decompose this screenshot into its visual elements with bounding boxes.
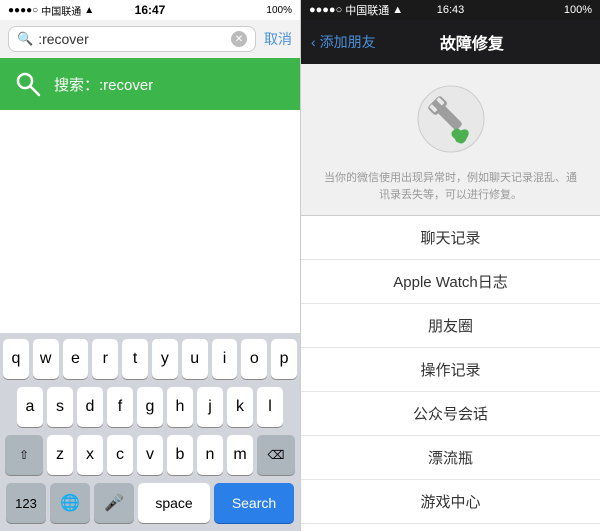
key-w[interactable]: w — [33, 339, 59, 379]
wrench-icon — [416, 84, 486, 154]
carrier-name: 中国联通 — [41, 3, 81, 18]
key-h[interactable]: h — [167, 387, 193, 427]
search-input[interactable]: :recover — [38, 31, 226, 47]
battery-right: 100% — [564, 4, 592, 16]
key-e[interactable]: e — [63, 339, 89, 379]
search-icon: 🔍 — [17, 31, 33, 47]
key-p[interactable]: p — [271, 339, 297, 379]
key-shift[interactable]: ⇧ — [5, 435, 43, 475]
key-v[interactable]: v — [137, 435, 163, 475]
key-globe[interactable]: 🌐 — [50, 483, 90, 523]
wifi-right-icon: ▲ — [392, 4, 403, 16]
nav-title: 故障修复 — [384, 30, 560, 54]
key-m[interactable]: m — [227, 435, 253, 475]
status-bar-right: ●●●●○ 中国联通 ▲ 16:43 100% — [301, 0, 600, 20]
key-123[interactable]: 123 — [6, 483, 46, 523]
search-button[interactable]: Search — [214, 483, 294, 523]
repair-item-label-5: 漂流瓶 — [428, 447, 473, 468]
repair-item-label-3: 操作记录 — [420, 359, 480, 380]
keyboard-bottom-row: 123 🌐 🎤 space Search — [3, 483, 297, 523]
key-u[interactable]: u — [182, 339, 208, 379]
left-content-area — [0, 110, 300, 333]
key-space[interactable]: space — [138, 483, 210, 523]
repair-item-label-0: 聊天记录 — [420, 227, 480, 248]
key-g[interactable]: g — [137, 387, 163, 427]
key-mic[interactable]: 🎤 — [94, 483, 134, 523]
right-status-icons-left: 100% — [266, 5, 292, 16]
time-left: 16:47 — [135, 3, 166, 17]
back-label[interactable]: 添加朋友 — [320, 32, 376, 52]
key-q[interactable]: q — [3, 339, 29, 379]
key-a[interactable]: a — [17, 387, 43, 427]
repair-item-label-1: Apple Watch日志 — [393, 271, 508, 292]
key-z[interactable]: z — [47, 435, 73, 475]
right-nav-bar: ‹ 添加朋友 故障修复 — [301, 20, 600, 64]
repair-item-4[interactable]: 公众号会话 — [301, 392, 600, 436]
keyboard-row-3: ⇧ z x c v b n m ⌫ — [3, 435, 297, 475]
key-b[interactable]: b — [167, 435, 193, 475]
right-panel: ●●●●○ 中国联通 ▲ 16:43 100% ‹ 添加朋友 故障修复 — [300, 0, 600, 531]
key-delete[interactable]: ⌫ — [257, 435, 295, 475]
right-carrier: ●●●●○ 中国联通 ▲ — [309, 2, 403, 18]
wifi-icon: ▲ — [84, 5, 94, 16]
repair-item-6[interactable]: 游戏中心 — [301, 480, 600, 524]
key-y[interactable]: y — [152, 339, 178, 379]
signal-right: ●●●●○ — [309, 4, 342, 16]
repair-list: 聊天记录 Apple Watch日志 朋友圈 操作记录 公众号会话 漂流瓶 游戏… — [301, 216, 600, 531]
repair-icon-area — [301, 64, 600, 164]
repair-item-label-2: 朋友圈 — [428, 315, 473, 336]
chevron-left-icon: ‹ — [311, 34, 316, 50]
key-x[interactable]: x — [77, 435, 103, 475]
key-k[interactable]: k — [227, 387, 253, 427]
back-button[interactable]: ‹ 添加朋友 — [311, 32, 376, 52]
key-n[interactable]: n — [197, 435, 223, 475]
signal-dots: ●●●●○ — [8, 5, 38, 16]
keyboard-row-2: a s d f g h j k l — [3, 387, 297, 427]
repair-item-label-6: 游戏中心 — [420, 491, 480, 512]
repair-item-2[interactable]: 朋友圈 — [301, 304, 600, 348]
repair-item-3[interactable]: 操作记录 — [301, 348, 600, 392]
status-bar-left: ●●●●○ 中国联通 ▲ 16:47 100% — [0, 0, 300, 20]
key-d[interactable]: d — [77, 387, 103, 427]
key-o[interactable]: o — [241, 339, 267, 379]
key-j[interactable]: j — [197, 387, 223, 427]
repair-item-1[interactable]: Apple Watch日志 — [301, 260, 600, 304]
battery-left: 100% — [266, 5, 292, 16]
key-c[interactable]: c — [107, 435, 133, 475]
keyboard-row-1: q w e r t y u i o p — [3, 339, 297, 379]
repair-description: 当你的微信使用出现异常时，例如聊天记录混乱、通讯录丢失等，可以进行修复。 — [301, 164, 600, 215]
clear-button[interactable]: ✕ — [231, 31, 247, 47]
repair-item-0[interactable]: 聊天记录 — [301, 216, 600, 260]
key-r[interactable]: r — [92, 339, 118, 379]
key-f[interactable]: f — [107, 387, 133, 427]
key-t[interactable]: t — [122, 339, 148, 379]
key-l[interactable]: l — [257, 387, 283, 427]
search-suggestion-text: 搜索：:recover — [54, 74, 153, 95]
key-s[interactable]: s — [47, 387, 73, 427]
search-input-wrapper[interactable]: 🔍 :recover ✕ — [8, 26, 256, 52]
left-carrier-icons: ●●●●○ 中国联通 ▲ — [8, 3, 94, 18]
cancel-button[interactable]: 取消 — [264, 29, 292, 49]
repair-item-7[interactable]: 资源下载 — [301, 524, 600, 531]
search-suggestion-icon — [12, 68, 44, 100]
left-panel: ●●●●○ 中国联通 ▲ 16:47 100% 🔍 :recover ✕ 取消 … — [0, 0, 300, 531]
key-i[interactable]: i — [212, 339, 238, 379]
repair-item-5[interactable]: 漂流瓶 — [301, 436, 600, 480]
search-suggestion[interactable]: 搜索：:recover — [0, 58, 300, 110]
repair-item-label-4: 公众号会话 — [413, 403, 488, 424]
time-right: 16:43 — [437, 4, 465, 16]
keyboard: q w e r t y u i o p a s d f g h j k l ⇧ … — [0, 333, 300, 531]
search-bar-container: 🔍 :recover ✕ 取消 — [0, 20, 300, 58]
